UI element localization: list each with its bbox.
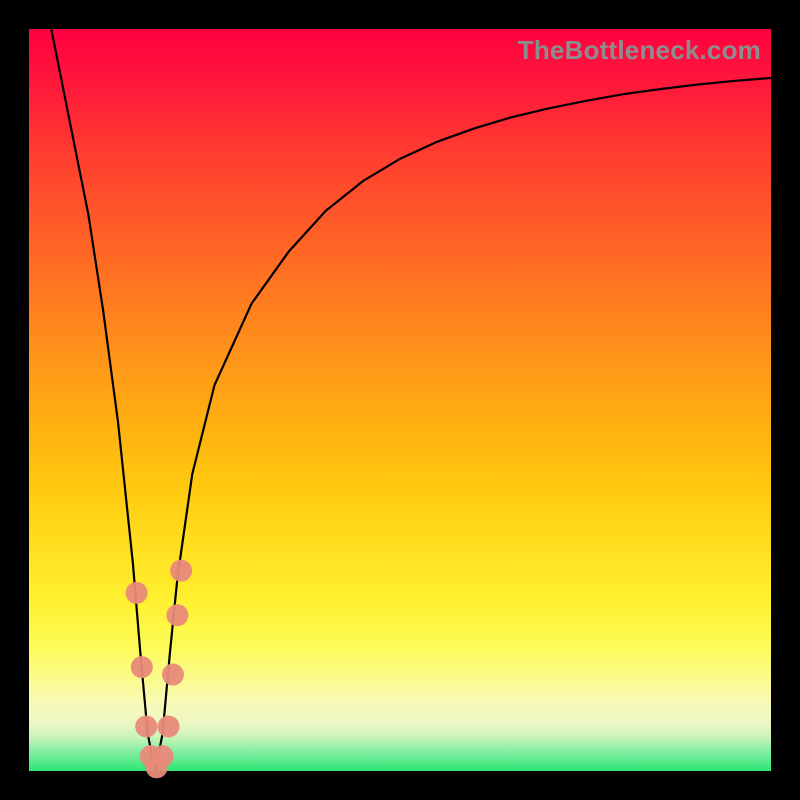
data-marker	[162, 664, 184, 686]
data-marker	[135, 715, 157, 737]
curve-layer	[29, 29, 771, 771]
marker-group	[126, 560, 193, 779]
data-marker	[170, 560, 192, 582]
data-marker	[126, 582, 148, 604]
data-marker	[152, 745, 174, 767]
data-marker	[166, 604, 188, 626]
plot-area: TheBottleneck.com	[29, 29, 771, 771]
chart-frame: TheBottleneck.com	[0, 0, 800, 800]
data-marker	[131, 656, 153, 678]
bottleneck-curve	[51, 29, 771, 771]
data-marker	[158, 715, 180, 737]
